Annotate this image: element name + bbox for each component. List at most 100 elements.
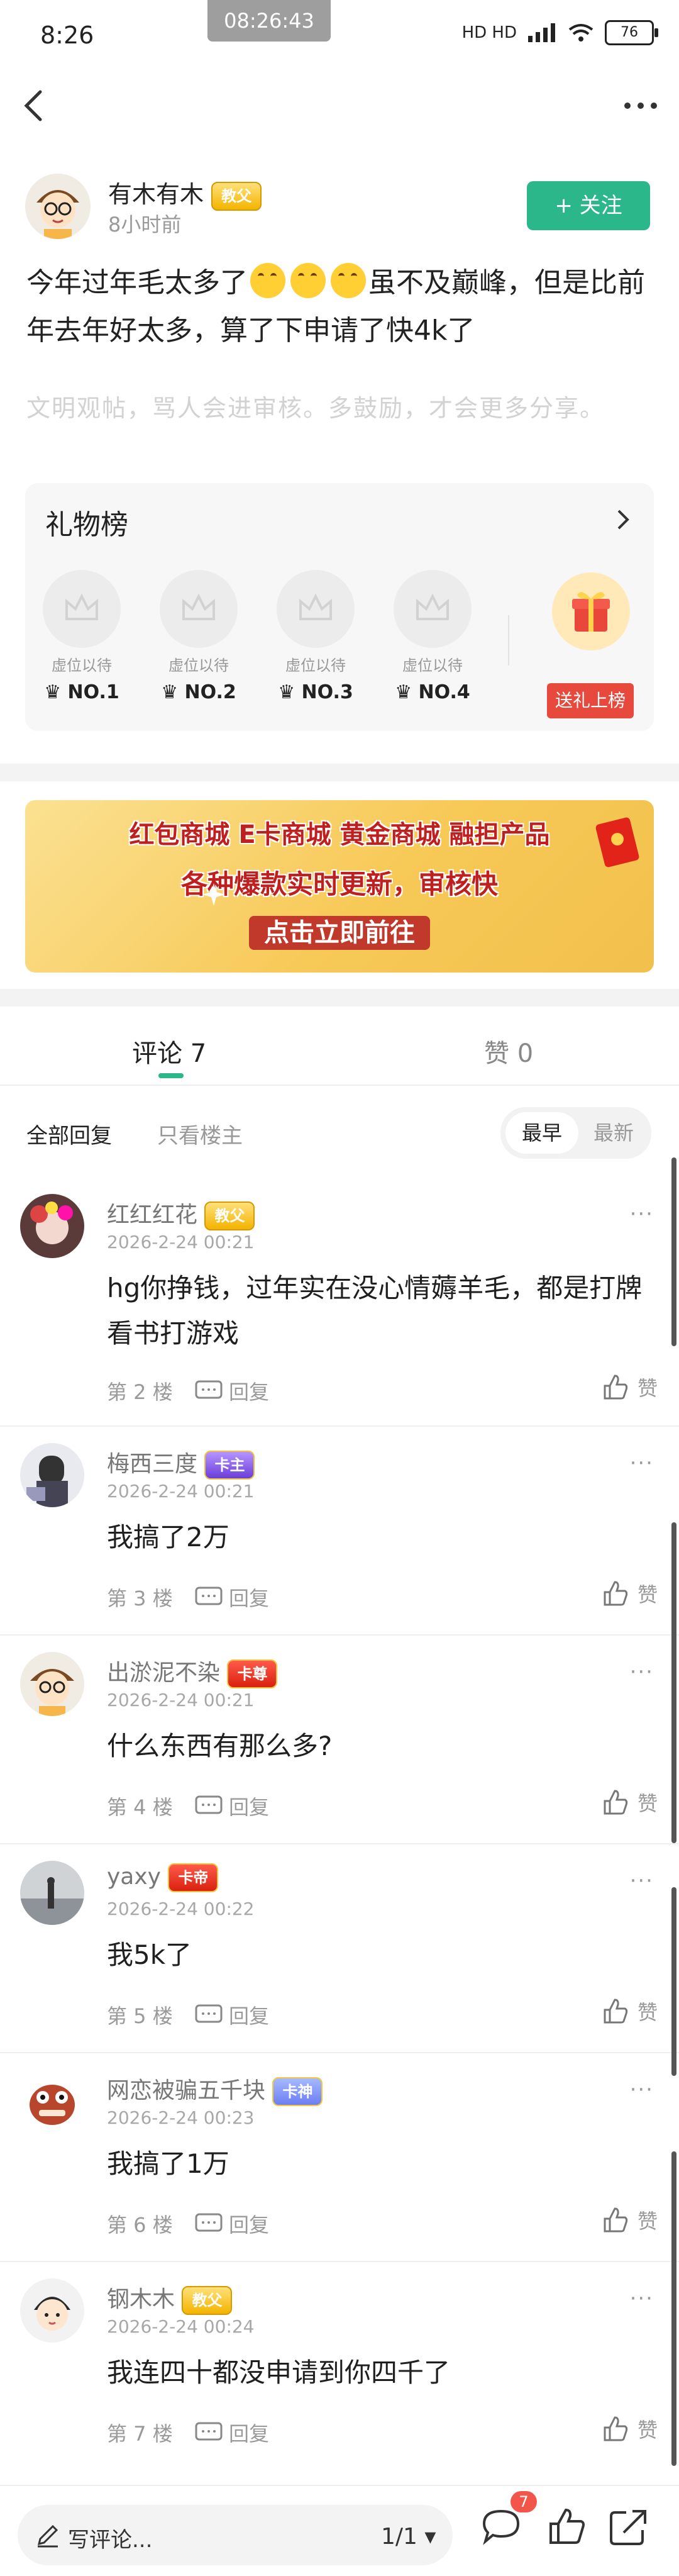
commenter-name[interactable]: 网恋被骗五千块 卡神 xyxy=(107,2072,323,2106)
sort-latest[interactable]: 最新 xyxy=(581,1112,646,1154)
commenter-name-text[interactable]: 梅西三度 xyxy=(107,1451,197,1477)
banner-cta[interactable]: 点击立即前往 xyxy=(249,916,430,950)
section-divider xyxy=(0,989,679,1006)
comment-more-icon[interactable]: ··· xyxy=(630,1868,654,1893)
commenter-name[interactable]: 梅西三度 卡主 xyxy=(107,1446,255,1480)
active-tab-indicator xyxy=(158,1073,184,1078)
like-button[interactable]: 赞 xyxy=(601,1373,658,1402)
author-name[interactable]: 有木有木 教父 xyxy=(108,175,262,211)
recording-time: 08:26:43 xyxy=(207,0,331,42)
commenter-name[interactable]: 出淤泥不染 卡尊 xyxy=(107,1654,278,1688)
write-comment-input[interactable]: 写评论... 1/1 ▾ xyxy=(18,2505,453,2565)
reply-label[interactable]: 回复 xyxy=(229,2000,269,2029)
follow-button[interactable]: + 关注 xyxy=(527,181,650,230)
author-name-text[interactable]: 有木有木 xyxy=(108,181,204,208)
filter-op-only[interactable]: 只看楼主 xyxy=(157,1118,243,1149)
reply-button[interactable]: 回复 xyxy=(195,2418,269,2447)
like-label[interactable]: 赞 xyxy=(638,1788,658,1817)
commenter-badge: 卡主 xyxy=(204,1451,255,1480)
commenter-avatar[interactable] xyxy=(20,1861,84,1925)
commenter-avatar[interactable] xyxy=(20,2070,84,2134)
author-badge: 教父 xyxy=(211,181,262,211)
commenter-name-text[interactable]: 钢木木 xyxy=(107,2287,175,2312)
back-arrow-icon[interactable] xyxy=(16,87,54,125)
commenter-avatar[interactable] xyxy=(20,1652,84,1716)
reply-label[interactable]: 回复 xyxy=(229,1583,269,1612)
filter-all-replies[interactable]: 全部回复 xyxy=(26,1118,112,1149)
share-icon[interactable] xyxy=(606,2505,650,2549)
page-indicator[interactable]: 1/1 ▾ xyxy=(381,2524,436,2550)
crown-placeholder-icon xyxy=(182,593,215,620)
more-options-icon[interactable] xyxy=(619,87,663,125)
like-label[interactable]: 赞 xyxy=(638,1997,658,2026)
reply-button[interactable]: 回复 xyxy=(195,1376,269,1405)
like-button[interactable]: 赞 xyxy=(601,1579,658,1608)
comment-more-icon[interactable]: ··· xyxy=(630,1202,654,1227)
slot-rank: ♛ NO.1 xyxy=(44,681,119,703)
commenter-avatar[interactable] xyxy=(20,1443,84,1507)
like-label[interactable]: 赞 xyxy=(638,1373,658,1402)
commenter-badge: 卡神 xyxy=(272,2077,323,2106)
commenter-name-text[interactable]: 网恋被骗五千块 xyxy=(107,2078,265,2104)
like-button[interactable]: 赞 xyxy=(601,2414,658,2443)
tab-likes[interactable]: 赞 0 xyxy=(484,1033,533,1069)
commenter-name-text[interactable]: 红红红花 xyxy=(107,1202,197,1228)
community-hint: 文明观帖，骂人会进审核。多鼓励，才会更多分享。 xyxy=(26,394,605,422)
commenter-avatar[interactable] xyxy=(20,2278,84,2343)
reply-label[interactable]: 回复 xyxy=(229,2209,269,2238)
scrollbar[interactable] xyxy=(671,1887,676,2076)
page-indicator-text[interactable]: 1/1 xyxy=(381,2524,417,2550)
thumbs-up-icon xyxy=(604,1581,628,1606)
thumbs-up-icon[interactable] xyxy=(544,2505,588,2549)
like-label[interactable]: 赞 xyxy=(638,2205,658,2234)
reply-button[interactable]: 回复 xyxy=(195,2209,269,2238)
tab-comments[interactable]: 评论 7 xyxy=(132,1033,206,1069)
comment-text: 我连四十都没申请到你四千了 xyxy=(107,2357,451,2388)
reply-button[interactable]: 回复 xyxy=(195,1792,269,1820)
scrollbar[interactable] xyxy=(671,1522,676,1843)
reply-button[interactable]: 回复 xyxy=(195,1583,269,1612)
like-label[interactable]: 赞 xyxy=(638,2414,658,2443)
comment-more-icon[interactable]: ··· xyxy=(630,1659,654,1685)
like-button[interactable]: 赞 xyxy=(601,1788,658,1817)
promo-banner[interactable]: 红包商城 E卡商城 黄金商城 融担产品 各种爆款实时更新，审核快 点击立即前往 xyxy=(25,800,654,973)
slot-label: 虚位以待 xyxy=(168,657,229,674)
comment-text: 我搞了2万 xyxy=(107,1522,229,1553)
post-body: 今年过年毛太多了 虽不及巅峰，但是比前年去年好太多，算了下申请了快4k了 xyxy=(26,259,655,355)
comment-more-icon[interactable]: ··· xyxy=(630,2286,654,2311)
chevron-right-icon[interactable] xyxy=(610,507,635,532)
slot-label: 虚位以待 xyxy=(285,657,346,674)
comment-more-icon[interactable]: ··· xyxy=(630,2077,654,2102)
sort-earliest[interactable]: 最早 xyxy=(505,1112,578,1154)
commenter-name-text[interactable]: yaxy xyxy=(107,1864,161,1890)
like-button[interactable]: 赞 xyxy=(601,1997,658,2026)
send-gift-button[interactable]: 送礼上榜 xyxy=(547,683,634,718)
comment-date: 2026-2-24 00:21 xyxy=(107,1232,255,1252)
comment-date: 2026-2-24 00:21 xyxy=(107,1481,255,1502)
crown-placeholder-icon xyxy=(65,593,98,620)
notification-badge: 7 xyxy=(511,2491,537,2512)
commenter-name[interactable]: 钢木木 教父 xyxy=(107,2281,233,2315)
sort-toggle: 最早 最新 xyxy=(500,1107,651,1159)
gift-board-title[interactable]: 礼物榜 xyxy=(45,502,128,542)
like-button[interactable]: 赞 xyxy=(601,2205,658,2234)
reply-icon xyxy=(195,1380,223,1399)
commenter-name[interactable]: yaxy 卡帝 xyxy=(107,1863,219,1892)
gift-slot-4: 虚位以待 ♛ NO.4 xyxy=(382,570,483,703)
commenter-avatar[interactable] xyxy=(20,1194,84,1258)
commenter-badge: 教父 xyxy=(182,2286,233,2315)
commenter-name-text[interactable]: 出淤泥不染 xyxy=(107,1660,220,1686)
gift-box-icon[interactable] xyxy=(552,572,630,650)
reply-button[interactable]: 回复 xyxy=(195,2000,269,2029)
comment-more-icon[interactable]: ··· xyxy=(630,1451,654,1476)
scrollbar[interactable] xyxy=(671,1157,676,1346)
reply-label[interactable]: 回复 xyxy=(229,1376,269,1405)
scrollbar[interactable] xyxy=(671,2151,676,2466)
like-label[interactable]: 赞 xyxy=(638,1579,658,1608)
reply-label[interactable]: 回复 xyxy=(229,2418,269,2447)
commenter-name[interactable]: 红红红花 教父 xyxy=(107,1196,255,1230)
write-comment-placeholder[interactable]: 写评论... xyxy=(68,2523,152,2553)
banner-line-1: 红包商城 E卡商城 黄金商城 融担产品 xyxy=(129,820,550,849)
author-avatar[interactable] xyxy=(25,174,91,239)
reply-label[interactable]: 回复 xyxy=(229,1792,269,1820)
